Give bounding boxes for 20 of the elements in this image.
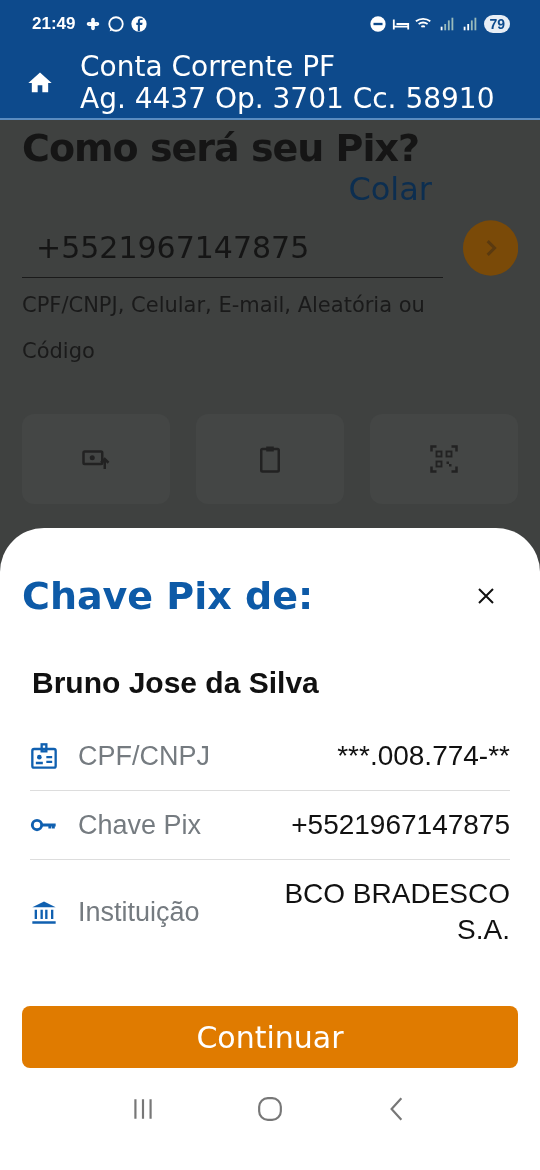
account-title: Conta Corrente PF <box>80 51 337 83</box>
detail-label: Chave Pix <box>78 809 203 841</box>
continue-button[interactable]: Continuar <box>22 1006 518 1068</box>
home-button-icon[interactable] <box>257 1096 283 1122</box>
detail-label: CPF/CNPJ <box>78 740 211 772</box>
battery-level: 79 <box>484 15 510 33</box>
id-card-icon <box>30 742 58 770</box>
do-not-disturb-icon <box>369 15 388 33</box>
detail-value: ***.008.774-** <box>337 739 510 773</box>
sheet-title: Chave Pix de: <box>22 574 314 618</box>
chat-icon <box>107 15 126 33</box>
detail-value: BCO BRADESCO S.A. <box>283 877 510 947</box>
recipient-name: Bruno Jose da Silva <box>31 665 320 701</box>
close-icon[interactable] <box>476 586 496 606</box>
status-time: 21:49 <box>32 14 76 34</box>
detail-label: Instituição <box>78 896 201 928</box>
social-icon <box>130 15 149 33</box>
detail-value: +5521967147875 <box>291 808 510 842</box>
qr-code-icon <box>429 444 459 474</box>
account-number: Ag. 4437 Op. 3701 Cc. 58910 <box>80 83 495 115</box>
